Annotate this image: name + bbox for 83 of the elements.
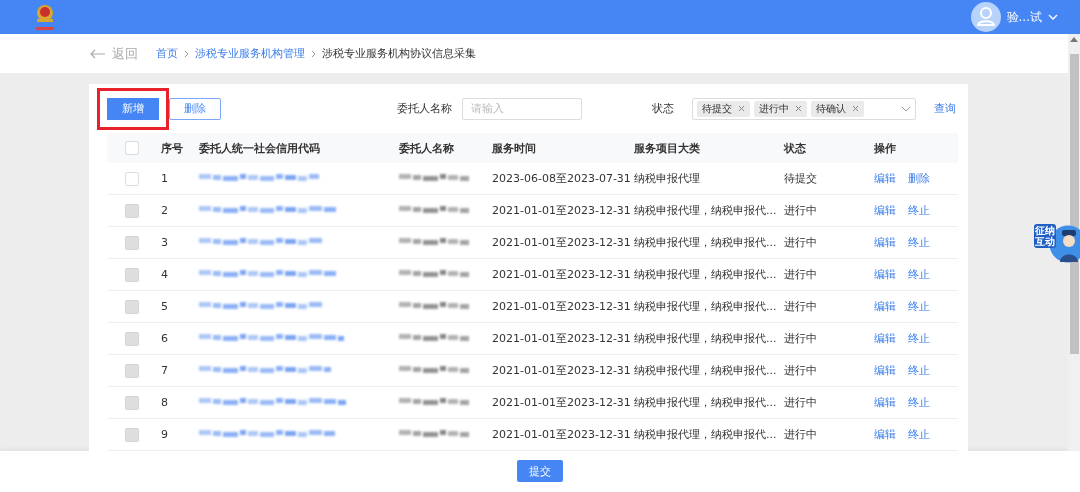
close-icon[interactable] <box>795 105 802 112</box>
status-text: 进行中 <box>784 428 817 441</box>
table-cell: 2021-01-01至2023-12-31 <box>492 204 631 217</box>
table-cell: 纳税申报代理，纳税申报代... <box>634 236 777 249</box>
table-cell: 2021-01-01至2023-12-31 <box>492 364 631 377</box>
row-number: 6 <box>161 332 168 345</box>
name-input-field[interactable]: 请输入 <box>462 97 582 120</box>
status-text: 进行中 <box>784 204 817 217</box>
status-text: 进行中 <box>784 364 817 377</box>
help-widget[interactable]: 征纳互动 <box>1034 222 1080 264</box>
redacted-text <box>399 300 469 310</box>
back-arrow-icon[interactable] <box>90 48 106 59</box>
breadcrumb-link[interactable]: 首页 <box>156 46 178 61</box>
select-all-checkbox[interactable] <box>125 141 139 155</box>
delete-button[interactable]: 删除 <box>169 97 221 120</box>
redacted-text <box>399 172 469 182</box>
status-text: 进行中 <box>784 396 817 409</box>
table-cell: 纳税申报代理，纳税申报代... <box>634 364 777 377</box>
table-cell: 纳税申报代理，纳税申报代... <box>634 428 777 441</box>
status-text: 进行中 <box>784 300 817 313</box>
table-cell: 纳税申报代理，纳税申报代... <box>634 396 777 409</box>
table-cell: 2021-01-01至2023-12-31 <box>492 268 631 281</box>
person-figure-icon <box>1059 230 1079 262</box>
table-cell: 纳税申报代理，纳税申报代... <box>634 332 777 345</box>
row-number: 1 <box>161 172 168 185</box>
user-name[interactable]: 验...试 <box>1006 8 1042 26</box>
row-number: 7 <box>161 364 168 377</box>
row-number: 4 <box>161 268 168 281</box>
back-link[interactable]: 返回 <box>112 44 138 63</box>
status-tag[interactable]: 待确认 <box>811 100 864 117</box>
table-cell: 纳税申报代理 <box>634 172 700 185</box>
chevron-down-icon[interactable] <box>901 105 911 112</box>
row-number: 8 <box>161 396 168 409</box>
scroll-up-icon[interactable] <box>1070 37 1078 42</box>
column-header: 服务项目大类 <box>634 141 700 155</box>
column-header: 服务时间 <box>492 141 536 155</box>
column-header: 委托人统一社会信用代码 <box>199 141 320 155</box>
row-number: 2 <box>161 204 168 217</box>
column-header: 序号 <box>161 141 183 155</box>
column-header: 状态 <box>784 141 806 155</box>
redacted-text <box>399 268 469 278</box>
redacted-text <box>399 364 469 374</box>
redacted-text <box>399 428 469 438</box>
table-cell: 纳税申报代理，纳税申报代... <box>634 300 777 313</box>
status-tag[interactable]: 待提交 <box>697 100 750 117</box>
close-icon[interactable] <box>738 105 745 112</box>
status-text: 进行中 <box>784 236 817 249</box>
status-select[interactable]: 待提交 进行中 待确认 <box>692 97 916 120</box>
row-number: 5 <box>161 300 168 313</box>
redacted-text <box>399 396 469 406</box>
breadcrumb-current: 涉税专业服务机构协议信息采集 <box>322 46 476 61</box>
redacted-text <box>399 236 469 246</box>
action-link[interactable]: 删除 <box>908 172 930 185</box>
row-number: 9 <box>161 428 168 441</box>
redacted-text <box>399 204 469 214</box>
status-text: 待提交 <box>784 172 817 185</box>
table-cell: 纳税申报代理，纳税申报代... <box>634 204 777 217</box>
table-cell: 2021-01-01至2023-12-31 <box>492 236 631 249</box>
status-text: 进行中 <box>784 268 817 281</box>
breadcrumb-link[interactable]: 涉税专业服务机构管理 <box>195 46 305 61</box>
user-avatar-icon[interactable] <box>970 2 1001 32</box>
row-checkbox[interactable] <box>125 171 139 186</box>
column-header: 委托人名称 <box>399 141 454 155</box>
column-header: 操作 <box>874 141 896 155</box>
table-cell: 2023-06-08至2023-07-31 <box>492 172 631 185</box>
filter-label: 状态 <box>652 101 674 116</box>
row-number: 3 <box>161 236 168 249</box>
chevron-right-icon <box>184 49 189 58</box>
add-button[interactable]: 新增 <box>107 97 159 120</box>
status-tag[interactable]: 进行中 <box>754 100 807 117</box>
table-cell: 纳税申报代理，纳税申报代... <box>634 268 777 281</box>
table-cell: 2021-01-01至2023-12-31 <box>492 396 631 409</box>
submit-button[interactable]: 提交 <box>517 460 563 482</box>
table-cell: 2021-01-01至2023-12-31 <box>492 300 631 313</box>
close-icon[interactable] <box>852 105 859 112</box>
status-text: 进行中 <box>784 332 817 345</box>
table-cell: 2021-01-01至2023-12-31 <box>492 332 631 345</box>
action-link[interactable]: 编辑 <box>874 172 896 185</box>
filter-label: 委托人名称 <box>397 101 452 116</box>
redacted-text <box>399 332 469 342</box>
query-link[interactable]: 查询 <box>934 101 956 116</box>
chevron-right-icon <box>311 49 316 58</box>
table-cell: 2021-01-01至2023-12-31 <box>492 428 631 441</box>
